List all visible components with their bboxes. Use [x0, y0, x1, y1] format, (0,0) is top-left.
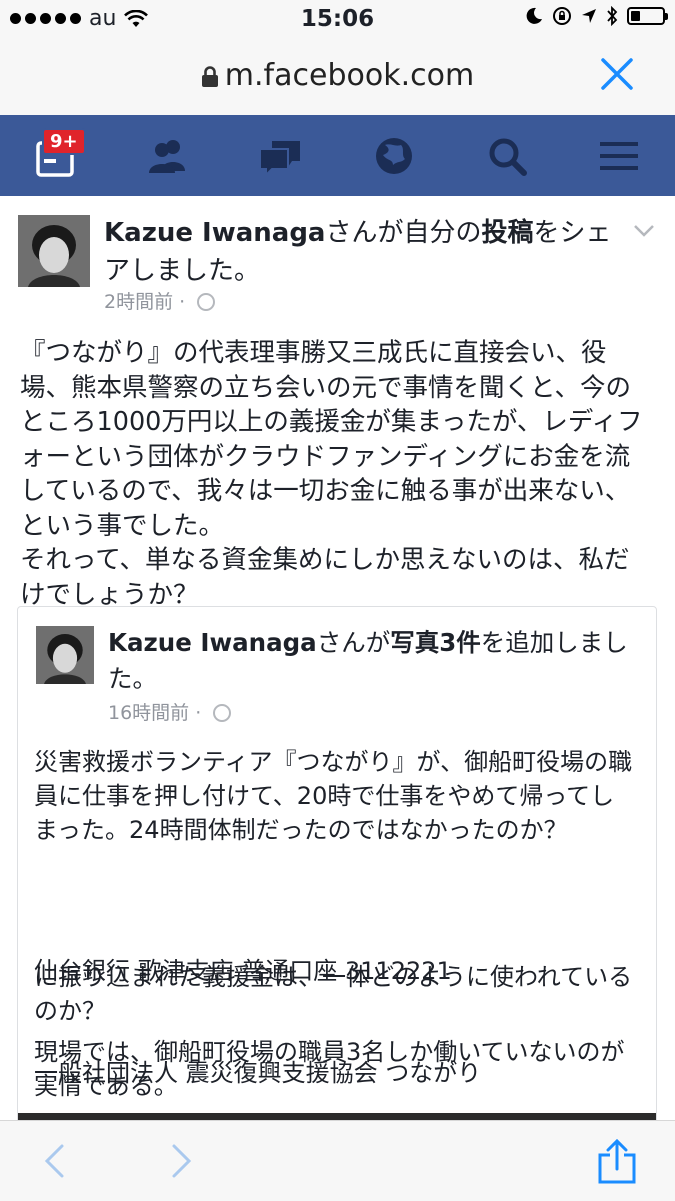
author-photo	[18, 215, 90, 287]
messages-icon[interactable]	[258, 133, 304, 179]
status-bar: au 15:06	[0, 0, 675, 38]
browser-url-bar[interactable]: m.facebook.com	[0, 38, 675, 116]
shared-post-meta: 16時間前 ·	[108, 698, 232, 725]
post-action-link[interactable]: 投稿	[482, 218, 534, 248]
shared-action-prefix: さんが	[316, 628, 391, 657]
lock-icon	[201, 66, 218, 87]
rotation-lock-icon	[553, 7, 571, 25]
shared-post-header-text: Kazue Iwanagaさんが写真3件を追加しました。	[108, 625, 628, 697]
author-avatar[interactable]	[18, 215, 90, 287]
post-action-prefix: さんが自分の	[325, 218, 482, 248]
shared-para-3: に振り込まれた義援金は、一体どのように使われているのか？	[34, 963, 633, 1025]
share-icon[interactable]	[596, 1139, 638, 1185]
status-right-icons	[525, 6, 668, 26]
close-icon[interactable]	[599, 56, 635, 92]
notification-badge[interactable]: 9+	[42, 128, 86, 155]
globe-icon[interactable]	[371, 133, 417, 179]
friends-icon[interactable]	[145, 133, 191, 179]
shared-author-avatar[interactable]	[36, 626, 94, 684]
post-header-text: Kazue Iwanagaさんが自分の投稿をシェアしました。	[104, 214, 634, 290]
bluetooth-icon	[607, 6, 618, 26]
url-text: m.facebook.com	[224, 58, 475, 93]
post-meta: 2時間前 ·	[104, 287, 216, 314]
shared-author-photo	[36, 626, 94, 684]
url-field[interactable]: m.facebook.com	[0, 58, 675, 93]
battery-icon	[627, 7, 668, 25]
forward-icon[interactable]	[170, 1143, 194, 1179]
location-icon	[582, 9, 596, 23]
post-body: 『つながり』の代表理事勝又三成氏に直接会い、役場、熊本県警察の立ち会いの元で事情…	[20, 338, 643, 610]
shared-para-1: 災害救援ボランティア『つながり』が、御船町役場の職員に仕事を押し付けて、20時で…	[34, 748, 633, 844]
shared-public-globe-icon	[213, 704, 232, 722]
shared-post-time[interactable]: 16時間前	[108, 702, 189, 724]
shared-author-name-link[interactable]: Kazue Iwanaga	[108, 628, 317, 657]
public-globe-icon	[197, 293, 216, 311]
shared-post-card[interactable]: Kazue Iwanagaさんが写真3件を追加しました。 16時間前 · 災害救…	[17, 606, 657, 1126]
chevron-down-icon[interactable]	[633, 224, 655, 238]
author-name-link[interactable]: Kazue Iwanaga	[104, 218, 325, 248]
post-time[interactable]: 2時間前	[104, 291, 173, 313]
moon-icon	[526, 7, 542, 24]
menu-icon[interactable]	[596, 133, 642, 179]
browser-toolbar	[0, 1120, 675, 1201]
shared-action-link[interactable]: 写真3件	[390, 628, 481, 657]
shared-para-4: 現場では、御船町役場の職員3名しか働いていないのが実情である。	[34, 1038, 625, 1100]
facebook-nav-bar: 9+	[0, 115, 675, 196]
back-icon[interactable]	[42, 1143, 66, 1179]
search-icon[interactable]	[484, 133, 530, 179]
